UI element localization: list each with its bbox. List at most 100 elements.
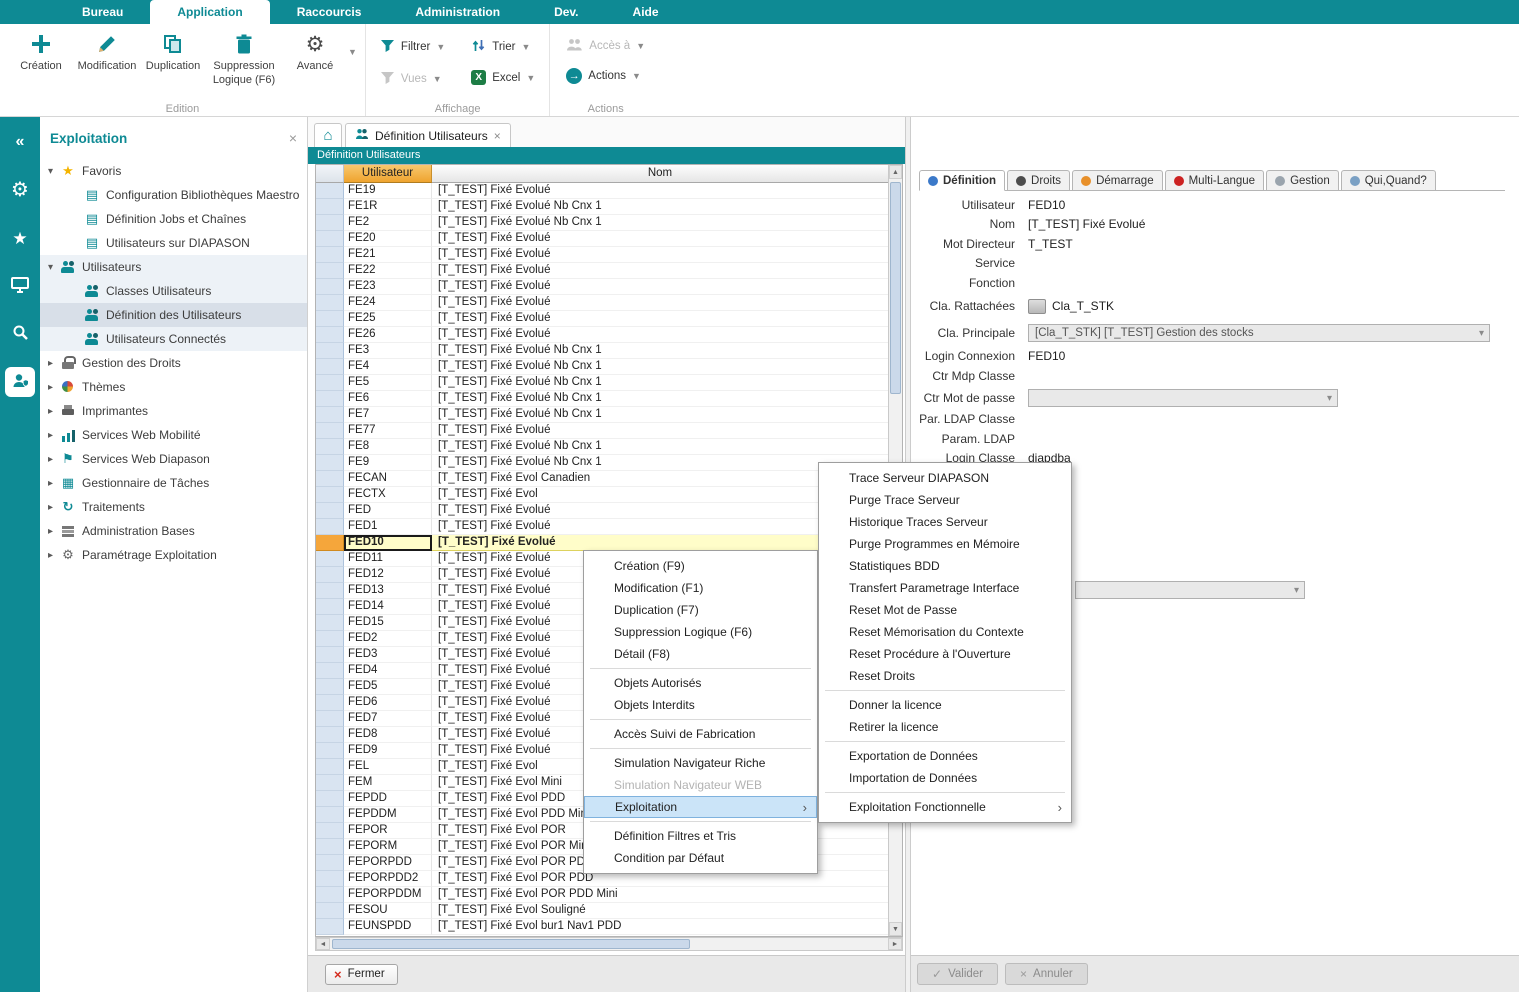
row-selector-cell[interactable] (316, 631, 344, 647)
cell-utilisateur[interactable]: FED1 (344, 519, 432, 535)
submenu-item[interactable] (819, 789, 1071, 796)
tree-expander-icon[interactable] (48, 358, 60, 369)
field-value[interactable] (1028, 389, 1338, 407)
cell-utilisateur[interactable]: FE77 (344, 423, 432, 439)
cell-utilisateur[interactable]: FE23 (344, 279, 432, 295)
table-row[interactable]: FE21 [T_TEST] Fixé Evolué (316, 247, 888, 263)
cell-nom[interactable]: [T_TEST] Fixé Evolué (432, 311, 888, 327)
tree-item[interactable]: Administration Bases (40, 519, 307, 543)
context-menu-item[interactable]: Duplication (F7) (584, 599, 817, 621)
menu-tab[interactable]: Aide (606, 0, 686, 24)
row-selector-cell[interactable] (316, 359, 344, 375)
row-selector-cell[interactable] (316, 727, 344, 743)
cell-utilisateur[interactable]: FEPORM (344, 839, 432, 855)
row-selector-cell[interactable] (316, 775, 344, 791)
actions-button[interactable]: → Actions ▼ (566, 68, 645, 84)
tree-item[interactable]: Utilisateurs (40, 255, 307, 279)
field-value[interactable]: FED10 (1028, 198, 1065, 212)
table-row[interactable]: FE77 [T_TEST] Fixé Evolué (316, 423, 888, 439)
fermer-button[interactable]: × Fermer (325, 964, 398, 985)
cell-utilisateur[interactable]: FEM (344, 775, 432, 791)
submenu-item[interactable]: Exportation de Données (819, 745, 1071, 767)
duplication-button[interactable]: Duplication (140, 28, 206, 77)
tree-item[interactable]: Services Web Diapason (40, 447, 307, 471)
home-tab[interactable]: ⌂ (314, 123, 342, 147)
table-row[interactable]: FE26 [T_TEST] Fixé Evolué (316, 327, 888, 343)
cell-nom[interactable]: [T_TEST] Fixé Evolué Nb Cnx 1 (432, 375, 888, 391)
row-selector-cell[interactable] (316, 807, 344, 823)
cell-utilisateur[interactable]: FED3 (344, 647, 432, 663)
tree-expander-icon[interactable] (48, 166, 60, 177)
header-utilisateur[interactable]: Utilisateur (344, 165, 432, 183)
cell-nom[interactable]: [T_TEST] Fixé Evolué Nb Cnx 1 (432, 439, 888, 455)
valider-button[interactable]: ✓ Valider (917, 963, 998, 985)
vertical-scrollbar-thumb[interactable] (890, 182, 901, 394)
table-row[interactable]: FECTX [T_TEST] Fixé Evol (316, 487, 888, 503)
row-selector-cell[interactable] (316, 263, 344, 279)
submenu-item[interactable] (819, 687, 1071, 694)
detail-tab[interactable]: Qui,Quand? (1341, 170, 1436, 190)
submenu-item[interactable]: Trace Serveur DIAPASON (819, 467, 1071, 489)
submenu-item[interactable]: Donner la licence (819, 694, 1071, 716)
row-selector-cell[interactable] (316, 647, 344, 663)
submenu-item[interactable]: Reset Mémorisation du Contexte (819, 621, 1071, 643)
row-selector-cell[interactable] (316, 567, 344, 583)
table-row[interactable]: FE19 [T_TEST] Fixé Evolué (316, 183, 888, 199)
cell-utilisateur[interactable]: FED (344, 503, 432, 519)
context-menu-item[interactable]: Simulation Navigateur Riche (584, 752, 817, 774)
cell-utilisateur[interactable]: FED15 (344, 615, 432, 631)
table-row[interactable]: FE5 [T_TEST] Fixé Evolué Nb Cnx 1 (316, 375, 888, 391)
header-selector-cell[interactable] (316, 165, 344, 183)
submenu-item[interactable]: Reset Droits (819, 665, 1071, 687)
cell-nom[interactable]: [T_TEST] Fixé Evolué Nb Cnx 1 (432, 407, 888, 423)
table-row[interactable]: FE7 [T_TEST] Fixé Evolué Nb Cnx 1 (316, 407, 888, 423)
cell-utilisateur[interactable]: FE8 (344, 439, 432, 455)
scroll-up-arrow-icon[interactable]: ▲ (889, 165, 902, 179)
cell-utilisateur[interactable]: FEL (344, 759, 432, 775)
cell-nom[interactable]: [T_TEST] Fixé Evolué Nb Cnx 1 (432, 391, 888, 407)
cell-utilisateur[interactable]: FE19 (344, 183, 432, 199)
cell-utilisateur[interactable]: FE26 (344, 327, 432, 343)
row-selector-cell[interactable] (316, 711, 344, 727)
users-admin-strip-button[interactable] (5, 367, 35, 397)
row-selector-cell[interactable] (316, 743, 344, 759)
row-selector-cell[interactable] (316, 519, 344, 535)
avance-dropdown-chevron-icon[interactable]: ▼ (348, 47, 357, 57)
submenu-item[interactable]: Statistiques BDD (819, 555, 1071, 577)
submenu-item[interactable]: Historique Traces Serveur (819, 511, 1071, 533)
cell-utilisateur[interactable]: FE25 (344, 311, 432, 327)
table-row[interactable]: FE24 [T_TEST] Fixé Evolué (316, 295, 888, 311)
cell-utilisateur[interactable]: FECAN (344, 471, 432, 487)
submenu-item[interactable]: Purge Trace Serveur (819, 489, 1071, 511)
filtrer-chevron-icon[interactable]: ▼ (436, 42, 445, 52)
tree-item[interactable]: Gestionnaire de Tâches (40, 471, 307, 495)
cell-utilisateur[interactable]: FED9 (344, 743, 432, 759)
cell-utilisateur[interactable]: FED2 (344, 631, 432, 647)
row-selector-cell[interactable] (316, 551, 344, 567)
cell-utilisateur[interactable]: FE22 (344, 263, 432, 279)
field-value[interactable]: Cla_T_STK (1028, 299, 1114, 314)
table-row[interactable]: FESOU [T_TEST] Fixé Evol Souligné (316, 903, 888, 919)
trier-chevron-icon[interactable]: ▼ (521, 42, 530, 52)
tree-expander-icon[interactable] (48, 478, 60, 489)
vues-button[interactable]: Vues ▼ (380, 70, 445, 88)
cell-utilisateur[interactable]: FED6 (344, 695, 432, 711)
tree-expander-icon[interactable] (48, 406, 60, 417)
horizontal-scrollbar-thumb[interactable] (332, 939, 690, 949)
context-menu-item[interactable]: Accès Suivi de Fabrication (584, 723, 817, 745)
context-menu-item[interactable]: Simulation Navigateur WEB (584, 774, 817, 796)
row-selector-cell[interactable] (316, 919, 344, 935)
table-row[interactable]: FE2 [T_TEST] Fixé Evolué Nb Cnx 1 (316, 215, 888, 231)
table-row[interactable]: FEUNSPDD [T_TEST] Fixé Evol bur1 Nav1 PD… (316, 919, 888, 935)
cell-nom[interactable]: [T_TEST] Fixé Evol Souligné (432, 903, 888, 919)
row-selector-cell[interactable] (316, 183, 344, 199)
cell-utilisateur[interactable]: FESOU (344, 903, 432, 919)
cell-utilisateur[interactable]: FEPORPDD (344, 855, 432, 871)
row-selector-cell[interactable] (316, 231, 344, 247)
creation-button[interactable]: Création (8, 28, 74, 77)
tree-item[interactable]: Favoris (40, 159, 307, 183)
row-selector-cell[interactable] (316, 679, 344, 695)
context-menu-item[interactable]: Exploitation (584, 796, 817, 818)
tree-expander-icon[interactable] (48, 454, 60, 465)
cell-utilisateur[interactable]: FE4 (344, 359, 432, 375)
